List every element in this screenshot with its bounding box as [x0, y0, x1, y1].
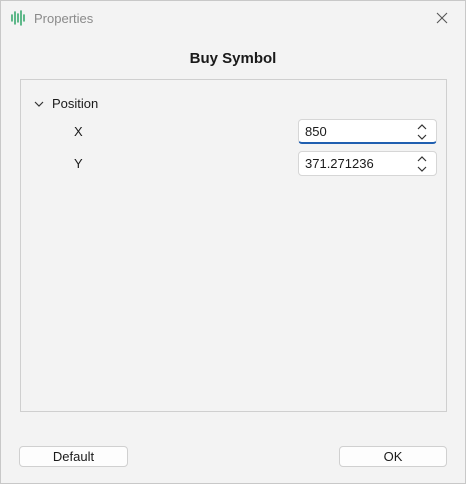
chevron-down-icon	[34, 101, 44, 107]
title-bar[interactable]: Properties	[1, 1, 465, 35]
y-input[interactable]	[305, 155, 405, 172]
x-spin-arrows	[416, 123, 428, 141]
audio-waveform-icon	[11, 10, 25, 26]
y-label: Y	[74, 156, 83, 171]
window-title: Properties	[34, 11, 94, 26]
properties-window: Properties Buy Symbol Position X 850 Y 3…	[0, 0, 466, 484]
close-button[interactable]	[427, 4, 457, 32]
default-button[interactable]: Default	[19, 446, 128, 467]
chevron-down-icon[interactable]	[416, 133, 428, 141]
x-spinbox[interactable]	[298, 119, 437, 144]
x-label: X	[74, 124, 83, 139]
y-spinbox[interactable]	[298, 151, 437, 176]
chevron-down-icon[interactable]	[416, 165, 428, 173]
x-input[interactable]	[305, 123, 405, 140]
property-panel: Position X Y	[20, 79, 447, 412]
dialog-heading: Buy Symbol	[189, 50, 277, 67]
y-spin-arrows	[416, 155, 428, 173]
chevron-up-icon[interactable]	[416, 123, 428, 131]
ok-button[interactable]: OK	[339, 446, 447, 467]
close-icon	[436, 12, 448, 24]
chevron-up-icon[interactable]	[416, 155, 428, 163]
position-group-label: Position	[52, 96, 99, 111]
